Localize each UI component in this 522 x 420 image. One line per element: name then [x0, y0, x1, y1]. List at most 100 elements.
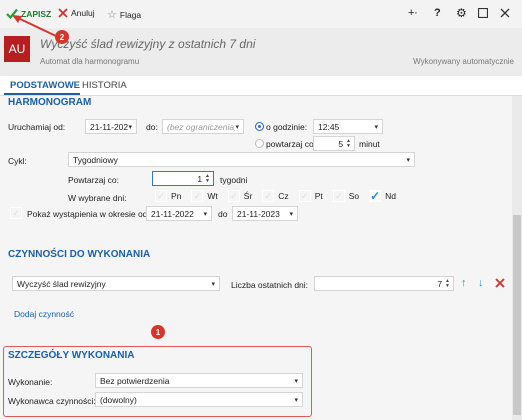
- weekdays-label: W wybrane dni:: [68, 193, 127, 203]
- weekday-label: Nd: [385, 191, 396, 201]
- tab-historia[interactable]: HISTORIA: [82, 80, 127, 91]
- checkbox-icon: ✓: [262, 190, 275, 202]
- active-tab-underline: [4, 93, 80, 95]
- repeat-every-value: 5: [338, 138, 344, 149]
- scrollbar-thumb[interactable]: [513, 215, 521, 415]
- checkbox-icon: ✓: [298, 190, 311, 202]
- weekday-list: ✓ Pn ✓ Wt ✓ Śr ✓ Cz ✓ Pt ✓ So ✓ Nd: [155, 189, 396, 203]
- action-value: Wyczyść ślad rewizyjny: [17, 278, 106, 289]
- range-to-label: do: [218, 209, 228, 219]
- repeat-label: Powtarzaj co:: [68, 175, 120, 185]
- chevron-down-icon: ▾: [235, 123, 239, 131]
- toolbar: ZAPISZ Anuluj ☆ Flaga + ◦ ? ⚙: [0, 0, 522, 28]
- weekday-label: Wt: [207, 191, 218, 201]
- tab-bar: PODSTAWOWE HISTORIA: [0, 76, 522, 96]
- weekday-label: Śr: [243, 191, 253, 201]
- stepper-arrows-icon: ▲ ▼: [346, 137, 351, 149]
- move-down-icon[interactable]: ↓: [478, 277, 484, 289]
- checkbox-icon: ✓: [227, 190, 240, 202]
- cycle-label: Cykl:: [8, 156, 27, 166]
- actions-section-title: CZYNNOŚCI DO WYKONANIA: [8, 249, 151, 260]
- chevron-down-icon: ▾: [406, 156, 410, 164]
- weeks-label: tygodni: [220, 175, 248, 185]
- cancel-button[interactable]: Anuluj: [58, 8, 95, 18]
- range-to-value: 21-11-2023: [237, 208, 280, 219]
- cancel-label: Anuluj: [71, 8, 95, 18]
- at-time-radio[interactable]: [255, 122, 264, 131]
- status-label: Wykonywany automatycznie: [413, 57, 514, 66]
- checkbox-checked-icon: ✓: [369, 189, 382, 203]
- schedule-section-title: HARMONOGRAM: [8, 97, 92, 108]
- stepper-arrows-icon: ▲ ▼: [445, 277, 450, 289]
- repeat-every-label: powtarzaj co:: [266, 139, 317, 149]
- checkbox-icon: ✓: [191, 190, 204, 202]
- checkbox-icon: ✓: [332, 190, 345, 202]
- to-label: do:: [146, 122, 158, 132]
- flag-button[interactable]: ☆ Flaga: [107, 8, 141, 21]
- time-value: 12:45: [318, 121, 340, 132]
- details-section-title: SZCZEGÓŁY WYKONANIA: [8, 350, 135, 361]
- days-value: 7: [437, 278, 443, 289]
- chevron-down-icon: ▾: [374, 123, 378, 131]
- title-bar: AU Wyczyść ślad rewizyjny z ostatnich 7 …: [0, 28, 522, 76]
- range-to-field[interactable]: 21-11-2023 ▾: [232, 206, 298, 221]
- cycle-value: Tygodniowy: [73, 154, 118, 165]
- repeat-every-stepper[interactable]: 5 ▲ ▼: [313, 136, 355, 151]
- weekday-sun[interactable]: ✓ Nd: [369, 189, 396, 203]
- weekday-label: Cz: [278, 191, 289, 201]
- show-occurrences-label: Pokaż wystąpienia w okresie od: [27, 209, 148, 219]
- weekday-tue[interactable]: ✓ Wt: [191, 190, 218, 202]
- annotation-arrow: [12, 15, 57, 37]
- gear-icon[interactable]: ⚙: [456, 6, 467, 20]
- repeat-every-radio[interactable]: [255, 139, 264, 148]
- start-date-field[interactable]: 21-11-2022 ▾: [85, 119, 137, 134]
- chevron-down-icon: ▾: [128, 123, 132, 131]
- end-date-placeholder: (bez ograniczenia): [167, 121, 236, 132]
- range-from-field[interactable]: 21-11-2022 ▾: [146, 206, 212, 221]
- weekday-sat[interactable]: ✓ So: [332, 190, 360, 202]
- help-icon[interactable]: ?: [434, 7, 441, 19]
- at-time-label: o godzinie:: [266, 122, 308, 132]
- weekday-thu[interactable]: ✓ Cz: [262, 190, 289, 202]
- minutes-label: minut: [359, 139, 380, 149]
- maximize-icon[interactable]: [478, 8, 488, 18]
- delete-icon[interactable]: [495, 278, 505, 288]
- execution-label: Wykonanie:: [8, 377, 53, 387]
- executor-value: (dowolny): [100, 394, 137, 405]
- time-field[interactable]: 12:45 ▾: [313, 119, 383, 134]
- weekday-fri[interactable]: ✓ Pt: [298, 190, 323, 202]
- show-occurrences-checkbox[interactable]: ✓: [10, 207, 22, 219]
- cycle-select[interactable]: Tygodniowy ▾: [68, 152, 415, 167]
- chevron-down-icon: ▾: [294, 377, 298, 385]
- start-date-value: 21-11-2022: [90, 121, 129, 132]
- annotation-marker-1: 1: [151, 325, 165, 339]
- end-date-field[interactable]: (bez ograniczenia) ▾: [162, 119, 244, 134]
- page-subtitle: Automat dla harmonogramu: [40, 57, 140, 66]
- range-from-value: 21-11-2022: [151, 208, 194, 219]
- days-label: Liczba ostatnich dni:: [231, 280, 309, 290]
- close-window-icon[interactable]: [500, 8, 510, 18]
- weekday-wed[interactable]: ✓ Śr: [227, 190, 253, 202]
- move-up-icon[interactable]: ↑: [461, 277, 467, 289]
- chevron-down-icon: ▾: [203, 210, 207, 218]
- repeat-value: 1: [197, 173, 203, 184]
- tab-podstawowe[interactable]: PODSTAWOWE: [10, 80, 80, 91]
- add-plus-icon[interactable]: + ◦: [408, 7, 417, 19]
- add-action-link[interactable]: Dodaj czynność: [14, 309, 74, 319]
- executor-select[interactable]: (dowolny) ▾: [95, 392, 303, 407]
- start-label: Uruchamiaj od:: [8, 122, 66, 132]
- execution-select[interactable]: Bez potwierdzenia ▾: [95, 373, 303, 388]
- weekday-label: So: [348, 191, 360, 201]
- repeat-stepper[interactable]: 1 ▲ ▼: [152, 171, 214, 186]
- chevron-down-icon: ▾: [294, 396, 298, 404]
- chevron-down-icon: ▾: [289, 210, 293, 218]
- days-stepper[interactable]: 7 ▲ ▼: [314, 276, 454, 291]
- weekday-label: Pt: [314, 191, 323, 201]
- page-title: Wyczyść ślad rewizyjny z ostatnich 7 dni: [40, 37, 256, 51]
- star-icon: ☆: [107, 9, 117, 21]
- execution-value: Bez potwierdzenia: [100, 375, 170, 386]
- weekday-mon[interactable]: ✓ Pn: [155, 190, 181, 202]
- action-select[interactable]: Wyczyść ślad rewizyjny ▾: [12, 276, 220, 291]
- chevron-down-icon: ▾: [211, 280, 215, 288]
- flag-label: Flaga: [119, 9, 142, 20]
